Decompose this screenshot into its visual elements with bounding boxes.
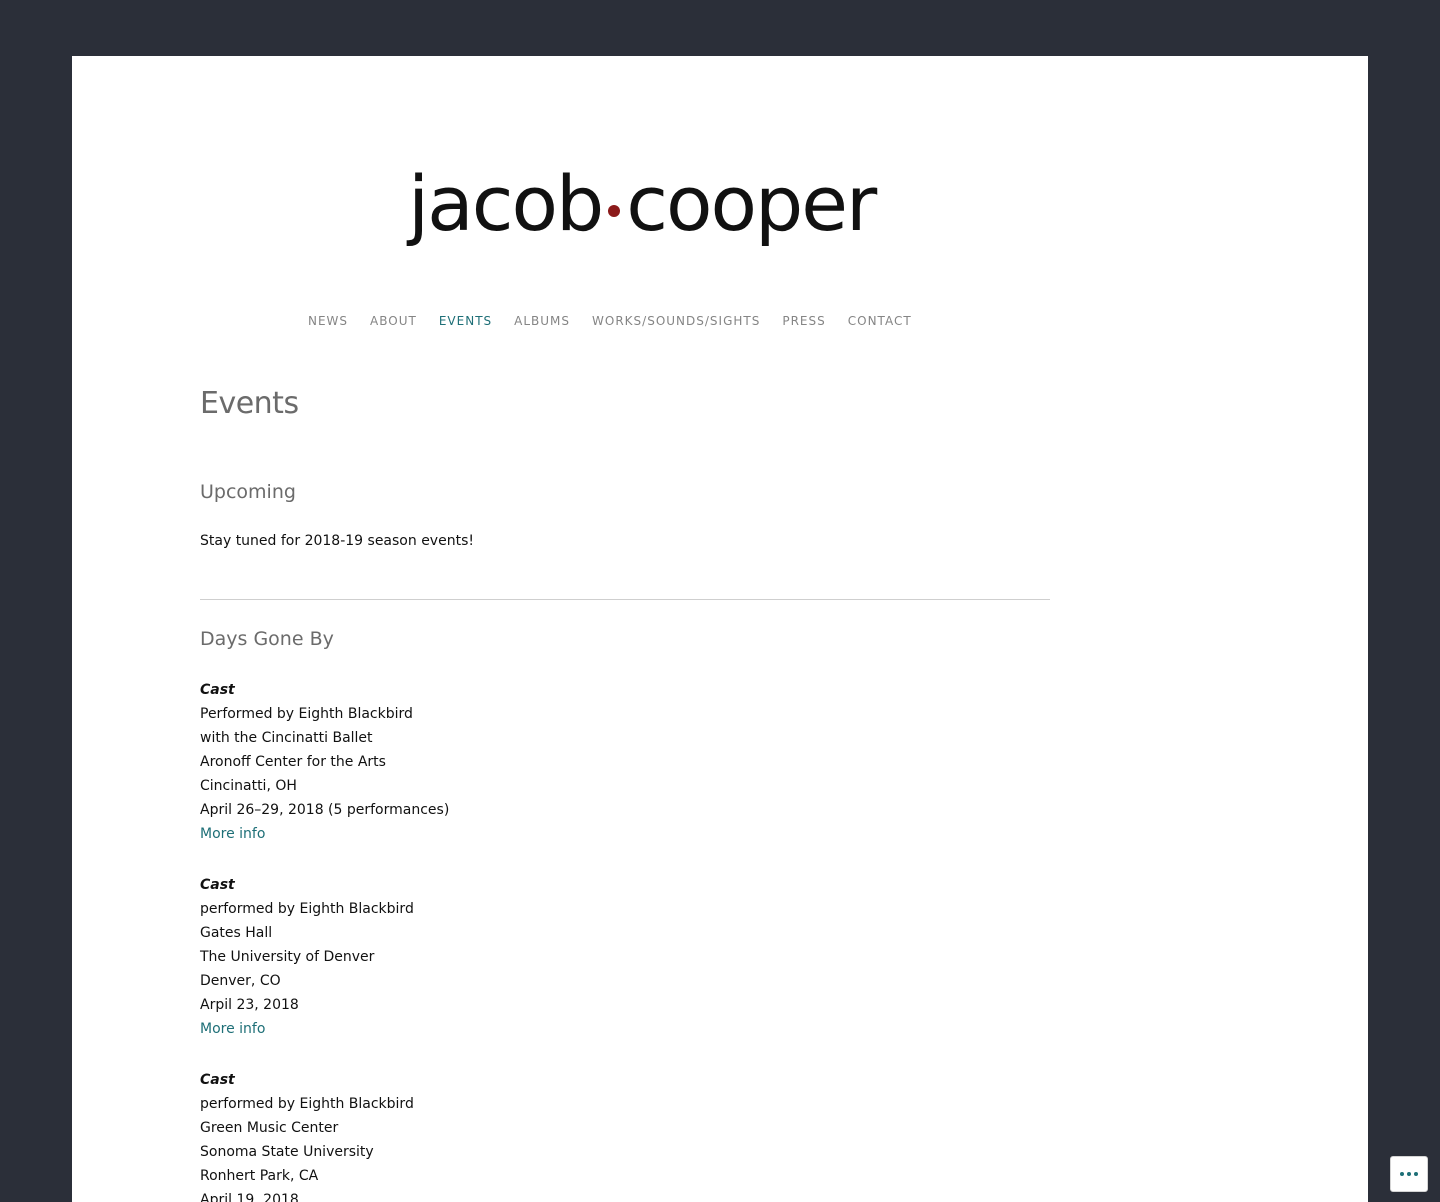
- logo-dot-icon: [608, 205, 621, 217]
- event-work-title: Cast: [200, 1072, 235, 1088]
- event-line: Gates Hall: [200, 925, 273, 941]
- event-work-title: Cast: [200, 682, 235, 698]
- more-info-link[interactable]: More info: [200, 1021, 265, 1037]
- event-line: with the Cincinatti Ballet: [200, 730, 373, 746]
- event-line: Green Music Center: [200, 1120, 339, 1136]
- event-line: performed by Eighth Blackbird: [200, 901, 414, 917]
- nav-item-about[interactable]: ABOUT: [370, 314, 417, 328]
- logo-text-second: cooper: [626, 159, 877, 248]
- main-navigation: NEWS ABOUT EVENTS ALBUMS WORKS/SOUNDS/SI…: [308, 314, 934, 328]
- nav-item-works-sounds-sights[interactable]: WORKS/SOUNDS/SIGHTS: [592, 314, 760, 328]
- ellipsis-icon: [1407, 1172, 1411, 1176]
- event-line: April 26–29, 2018 (5 performances): [200, 802, 450, 818]
- event-item: Cast performed by Eighth Blackbird Green…: [200, 1068, 1050, 1202]
- main-content: Events Upcoming Stay tuned for 2018-19 s…: [200, 386, 1050, 1202]
- event-line: Performed by Eighth Blackbird: [200, 706, 413, 722]
- event-line: Cincinatti, OH: [200, 778, 297, 794]
- past-events-heading: Days Gone By: [200, 628, 334, 650]
- event-work-title: Cast: [200, 877, 235, 893]
- ellipsis-icon: [1400, 1172, 1404, 1176]
- past-events-list: Cast Performed by Eighth Blackbird with …: [200, 678, 1050, 1202]
- page-container: jacob cooper NEWS ABOUT EVENTS ALBUMS WO…: [72, 56, 1368, 1202]
- more-info-link[interactable]: More info: [200, 826, 265, 842]
- nav-item-albums[interactable]: ALBUMS: [514, 314, 570, 328]
- upcoming-heading: Upcoming: [200, 481, 296, 503]
- nav-item-news[interactable]: NEWS: [308, 314, 348, 328]
- event-line: Sonoma State University: [200, 1144, 374, 1160]
- nav-item-contact[interactable]: CONTACT: [848, 314, 912, 328]
- event-line: Arpil 23, 2018: [200, 997, 299, 1013]
- event-item: Cast Performed by Eighth Blackbird with …: [200, 678, 1050, 846]
- event-line: April 19, 2018: [200, 1192, 299, 1202]
- event-line: Aronoff Center for the Arts: [200, 754, 386, 770]
- event-line: Ronhert Park, CA: [200, 1168, 319, 1184]
- page-title: Events: [200, 386, 299, 421]
- nav-item-press[interactable]: PRESS: [782, 314, 825, 328]
- section-divider: [200, 599, 1050, 600]
- nav-item-events[interactable]: EVENTS: [439, 314, 492, 328]
- event-line: performed by Eighth Blackbird: [200, 1096, 414, 1112]
- logo-text-first: jacob: [408, 159, 604, 248]
- event-line: Denver, CO: [200, 973, 281, 989]
- ellipsis-icon: [1414, 1172, 1418, 1176]
- more-actions-button[interactable]: [1390, 1156, 1428, 1192]
- event-item: Cast performed by Eighth Blackbird Gates…: [200, 873, 1050, 1041]
- upcoming-text: Stay tuned for 2018-19 season events!: [200, 533, 474, 549]
- site-logo[interactable]: jacob cooper: [408, 159, 877, 248]
- event-line: The University of Denver: [200, 949, 375, 965]
